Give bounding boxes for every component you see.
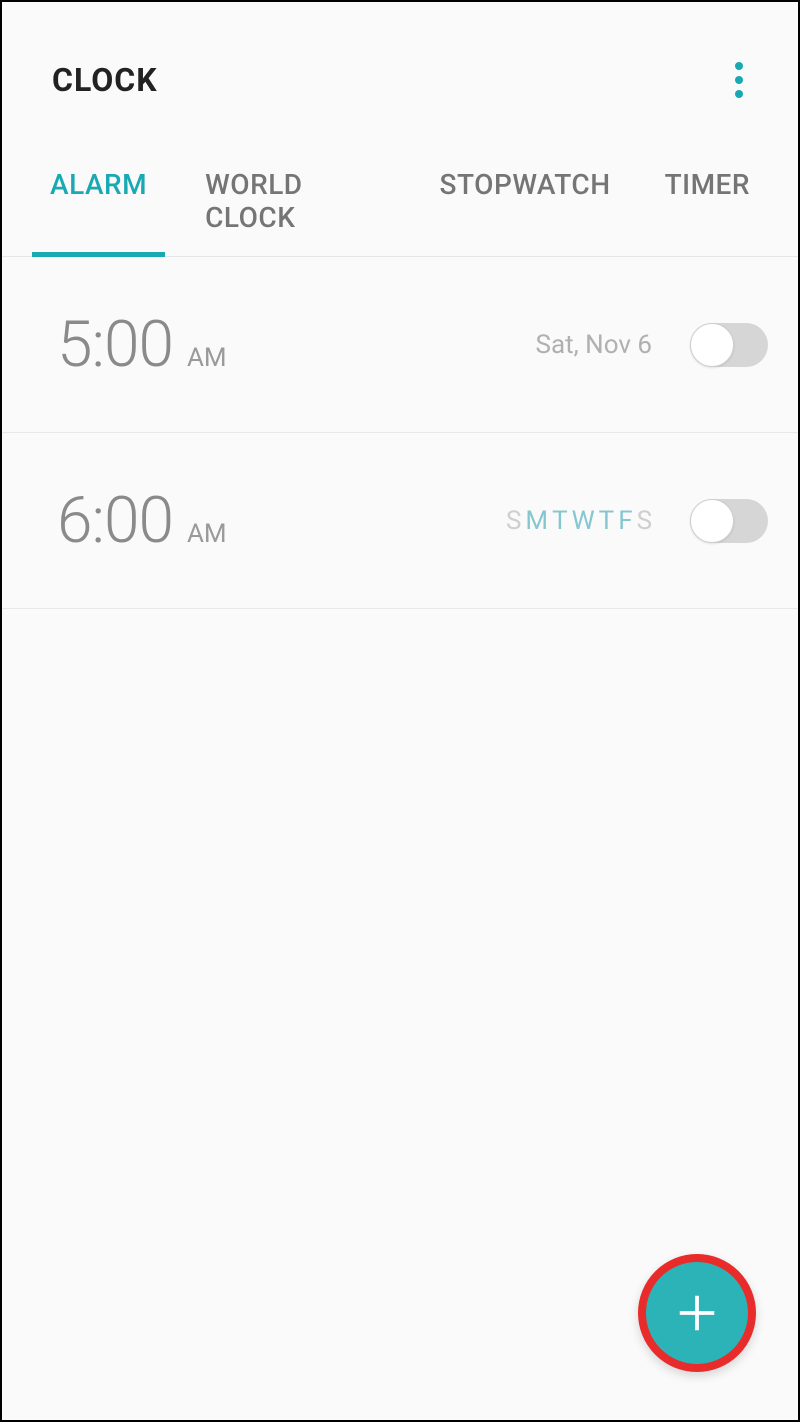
alarm-time: 5:00 AM — [57, 307, 337, 382]
alarm-list: 5:00 AM Sat, Nov 6 6:00 AM S M T W — [2, 257, 798, 1420]
tab-world-clock[interactable]: WORLD CLOCK — [187, 168, 391, 256]
day-mon: M — [525, 506, 548, 536]
alarm-schedule: Sat, Nov 6 — [337, 330, 670, 360]
alarm-time: 6:00 AM — [57, 483, 337, 558]
add-alarm-button[interactable] — [638, 1254, 756, 1372]
day-thu: T — [599, 506, 615, 536]
more-options-button[interactable] — [710, 52, 768, 108]
alarm-time-value: 5:00 — [57, 307, 173, 382]
toggle-knob — [690, 499, 734, 543]
more-vert-icon — [735, 62, 743, 70]
app-title: CLOCK — [52, 61, 158, 99]
app-header: CLOCK — [2, 2, 798, 128]
alarm-schedule: S M T W T F S — [337, 506, 670, 536]
alarm-toggle[interactable] — [690, 323, 768, 367]
alarm-row[interactable]: 6:00 AM S M T W T F S — [2, 433, 798, 609]
day-fri: F — [618, 506, 632, 536]
tab-alarm[interactable]: ALARM — [32, 168, 165, 257]
tab-timer[interactable]: TIMER — [647, 168, 768, 256]
plus-icon — [674, 1290, 720, 1336]
day-sun: S — [506, 506, 521, 536]
alarm-row[interactable]: 5:00 AM Sat, Nov 6 — [2, 257, 798, 433]
toggle-knob — [690, 323, 734, 367]
alarm-ampm: AM — [187, 343, 227, 373]
more-vert-icon — [735, 90, 743, 98]
alarm-days-row: S M T W T F S — [506, 506, 652, 536]
alarm-date-label: Sat, Nov 6 — [536, 330, 653, 360]
more-vert-icon — [735, 76, 743, 84]
day-wed: W — [572, 506, 595, 536]
alarm-toggle[interactable] — [690, 499, 768, 543]
tab-bar: ALARM WORLD CLOCK STOPWATCH TIMER — [2, 128, 798, 257]
day-tue: T — [552, 506, 568, 536]
alarm-time-value: 6:00 — [57, 483, 173, 558]
tab-stopwatch[interactable]: STOPWATCH — [422, 168, 629, 256]
day-sat: S — [637, 506, 652, 536]
alarm-ampm: AM — [187, 519, 227, 549]
